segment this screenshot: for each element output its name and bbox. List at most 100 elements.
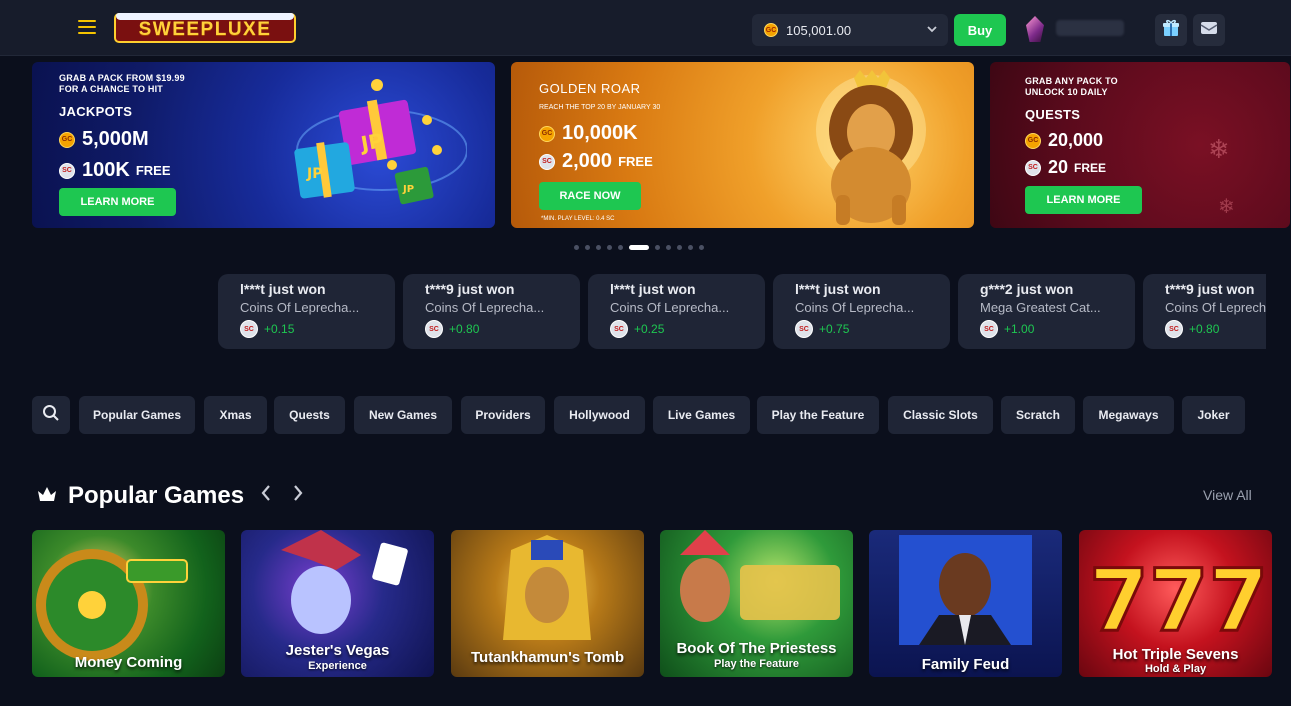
recent-win-card[interactable]: g***2 just won Mega Greatest Cat... SC +1.0… (958, 274, 1135, 349)
carousel-dot[interactable] (688, 244, 693, 250)
recent-win-card[interactable]: t***9 just won Coins Of Leprecha... SC +0.8… (1143, 274, 1266, 349)
carousel-dot[interactable] (629, 244, 649, 250)
winner-text: l***t just won (610, 281, 696, 297)
balance-selector[interactable]: GC 105,001.00 (752, 14, 948, 46)
sweeps-coin-icon: SC (1025, 159, 1041, 176)
filter-chip[interactable]: Scratch (1001, 396, 1075, 434)
banner-subtitle: GRAB A PACK FROM $19.99 FOR A CHANCE TO … (59, 73, 185, 94)
crown-icon (36, 483, 58, 510)
filter-chip[interactable]: Hollywood (554, 396, 645, 434)
inbox-button[interactable] (1193, 14, 1225, 46)
win-amount-value: +1.00 (1004, 322, 1035, 336)
sweeps-coin-icon: SC (1165, 320, 1183, 338)
mail-icon (1199, 18, 1219, 43)
logo-text: SWEEPLUXE (138, 19, 272, 40)
filter-chip[interactable]: New Games (354, 396, 452, 434)
game-title: Hot Triple Sevens (1112, 646, 1239, 663)
gold-coin-icon: GC (1025, 132, 1041, 149)
gift-icon (1161, 18, 1181, 43)
carousel-dot[interactable] (607, 244, 612, 250)
filter-chip[interactable]: Live Games (653, 396, 750, 434)
banner-title: JACKPOTS (59, 104, 133, 119)
game-title: Family Feud (921, 656, 1010, 673)
chevron-left-icon[interactable] (260, 483, 272, 509)
carousel-dot[interactable] (618, 244, 623, 250)
recent-win-card[interactable]: t***9 just won Coins Of Leprecha... SC +0.8… (403, 274, 580, 349)
sweeps-coin-icon: SC (59, 162, 75, 179)
banner-sc-amount: SC 20 FREE (1025, 157, 1106, 178)
learn-more-button[interactable]: LEARN MORE (1025, 186, 1142, 214)
game-subtitle: Experience (308, 660, 367, 672)
recent-win-card[interactable]: l***t just won Coins Of Leprecha... SC +0.2… (588, 274, 765, 349)
winner-text: g***2 just won (980, 281, 1074, 297)
filter-chip[interactable]: Quests (274, 396, 345, 434)
carousel-dot[interactable] (585, 244, 590, 250)
filter-chip[interactable]: Megaways (1083, 396, 1174, 434)
filter-chip[interactable]: Classic Slots (888, 396, 993, 434)
menu-icon[interactable] (78, 20, 96, 34)
carousel-dot[interactable] (666, 244, 671, 250)
sweeps-coin-icon: SC (795, 320, 813, 338)
promo-carousel: GRAB A PACK FROM $19.99 FOR A CHANCE TO … (0, 60, 1291, 230)
gift-button[interactable] (1155, 14, 1187, 46)
view-all-link[interactable]: View All (1203, 487, 1252, 503)
winner-game: Coins Of Leprecha... (1165, 300, 1266, 315)
filter-chip[interactable]: Joker (1182, 396, 1245, 434)
game-tile[interactable]: Jester's Vegas Experience (241, 530, 434, 677)
learn-more-button[interactable]: LEARN MORE (59, 188, 176, 216)
recent-win-card[interactable]: l***t just won Coins Of Leprecha... SC +0.1… (218, 274, 395, 349)
winner-game: Coins Of Leprecha... (795, 300, 915, 315)
filter-chip[interactable]: Play the Feature (757, 396, 879, 434)
sweeps-coin-icon: SC (425, 320, 443, 338)
race-now-button[interactable]: RACE NOW (539, 182, 641, 210)
game-artwork (899, 535, 1032, 645)
game-tile[interactable]: Book Of The Priestess Play the Feature (660, 530, 853, 677)
win-amount: SC +0.15 (240, 320, 395, 338)
carousel-pagination (574, 244, 704, 250)
balance-value: 105,001.00 (786, 22, 852, 38)
game-title: Tutankhamun's Tomb (470, 649, 624, 666)
svg-text:JP: JP (402, 184, 414, 195)
banner-jackpots[interactable]: GRAB A PACK FROM $19.99 FOR A CHANCE TO … (32, 62, 495, 228)
game-title: Book Of The Priestess (676, 640, 837, 657)
game-tile[interactable]: 777 Hot Triple Sevens Hold & Play (1079, 530, 1272, 677)
carousel-dot[interactable] (699, 244, 704, 250)
sweeps-coin-icon: SC (610, 320, 628, 338)
buy-button[interactable]: Buy (954, 14, 1006, 46)
recent-win-card[interactable]: l***t just won Coins Of Leprecha... SC +0.7… (773, 274, 950, 349)
game-subtitle: Play the Feature (714, 658, 799, 670)
banner-quests[interactable]: GRAB ANY PACK TO UNLOCK 10 DAILY QUESTS … (990, 62, 1290, 228)
chevron-right-icon[interactable] (292, 483, 304, 509)
vip-gem-icon[interactable] (1026, 16, 1044, 42)
gold-coin-icon: GC (764, 23, 778, 37)
filter-chip[interactable]: Popular Games (79, 396, 195, 434)
logo[interactable]: SWEEPLUXE (114, 13, 296, 43)
section-header: Popular Games (36, 480, 304, 512)
filter-chip[interactable]: Xmas (204, 396, 267, 434)
carousel-dot[interactable] (677, 244, 682, 250)
banner-subtitle: GRAB ANY PACK TO UNLOCK 10 DAILY (1025, 76, 1118, 97)
win-amount: SC +1.00 (980, 320, 1135, 338)
banner-gc-amount: GC 5,000M (59, 128, 149, 151)
sweeps-coin-icon: SC (980, 320, 998, 338)
filter-chip[interactable]: Providers (461, 396, 545, 434)
win-amount: SC +0.80 (1165, 320, 1266, 338)
carousel-dot[interactable] (574, 244, 579, 250)
chevron-down-icon (926, 21, 938, 40)
username-blurred[interactable] (1056, 20, 1124, 36)
win-amount: SC +0.80 (425, 320, 580, 338)
winner-text: t***9 just won (1165, 281, 1255, 297)
game-subtitle: Hold & Play (1144, 663, 1207, 675)
carousel-dot[interactable] (596, 244, 601, 250)
jackpot-gifts-illustration: JP JP JP (287, 70, 468, 220)
game-tile[interactable]: Tutankhamun's Tomb (451, 530, 644, 677)
carousel-dot[interactable] (655, 244, 660, 250)
banner-golden-roar[interactable]: GOLDEN ROAR REACH THE TOP 20 BY JANUARY … (511, 62, 974, 228)
search-button[interactable] (32, 396, 70, 434)
win-amount: SC +0.75 (795, 320, 950, 338)
game-tile[interactable]: Family Feud (869, 530, 1062, 677)
banner-title: GOLDEN ROAR (539, 81, 641, 96)
game-tile[interactable]: Money Coming (32, 530, 225, 677)
winner-game: Mega Greatest Cat... (980, 300, 1101, 315)
svg-text:777: 777 (1089, 551, 1269, 651)
